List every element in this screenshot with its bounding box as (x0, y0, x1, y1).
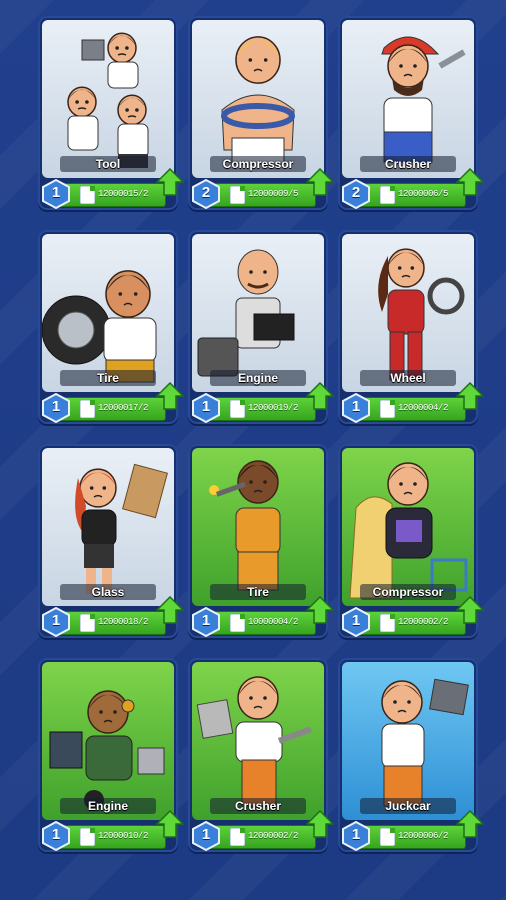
character-card[interactable]: Compressor 12000009/5 2 (188, 16, 334, 210)
level-badge: 1 (192, 392, 220, 424)
character-portrait: Tire (192, 448, 324, 606)
level-badge: 1 (42, 392, 70, 424)
card-count: 12000004/2 (398, 403, 449, 413)
level-badge: 1 (192, 820, 220, 852)
level-badge: 2 (192, 178, 220, 210)
level-number: 1 (201, 826, 211, 843)
level-badge: 2 (342, 178, 370, 210)
upgrade-arrow-icon[interactable] (156, 382, 184, 410)
level-badge: 1 (192, 606, 220, 638)
upgrade-arrow-icon[interactable] (156, 596, 184, 624)
card-stack-icon (230, 400, 245, 418)
card-name: Crusher (210, 798, 306, 814)
character-card[interactable]: Compressor 12000002/2 1 (338, 444, 484, 638)
level-badge: 1 (342, 820, 370, 852)
character-card[interactable]: Crusher 12000006/5 2 (338, 16, 484, 210)
character-portrait: Compressor (342, 448, 474, 606)
level-number: 1 (51, 612, 61, 629)
character-card[interactable]: Juckcar 12000006/2 1 (338, 658, 484, 852)
character-portrait: Wheel (342, 234, 474, 392)
level-number: 1 (351, 826, 361, 843)
level-number: 2 (351, 184, 361, 201)
level-badge: 1 (42, 606, 70, 638)
character-card[interactable]: Tire 10000004/2 1 (188, 444, 334, 638)
level-number: 1 (51, 398, 61, 415)
character-card[interactable]: Crusher 12000002/2 1 (188, 658, 334, 852)
card-name: Crusher (360, 156, 456, 172)
card-name: Juckcar (360, 798, 456, 814)
character-portrait: Glass (42, 448, 174, 606)
level-number: 1 (351, 398, 361, 415)
card-name: Tire (210, 584, 306, 600)
card-name: Tire (60, 370, 156, 386)
card-count: 12000019/2 (248, 403, 299, 413)
level-number: 1 (51, 184, 61, 201)
card-count: 12000006/5 (398, 189, 449, 199)
upgrade-arrow-icon[interactable] (456, 168, 484, 196)
character-card[interactable]: Tool 12000015/2 1 (38, 16, 184, 210)
character-portrait: Crusher (192, 662, 324, 820)
character-portrait: Crusher (342, 20, 474, 178)
card-count: 12000002/2 (248, 831, 299, 841)
card-stack-icon (380, 400, 395, 418)
upgrade-arrow-icon[interactable] (306, 168, 334, 196)
level-badge: 1 (42, 178, 70, 210)
level-number: 1 (201, 398, 211, 415)
card-stack-icon (80, 186, 95, 204)
card-stack-icon (380, 186, 395, 204)
card-name: Engine (60, 798, 156, 814)
character-card[interactable]: Glass 12000018/2 1 (38, 444, 184, 638)
card-stack-icon (230, 828, 245, 846)
card-stack-icon (380, 828, 395, 846)
level-number: 1 (351, 612, 361, 629)
character-portrait: Engine (42, 662, 174, 820)
upgrade-arrow-icon[interactable] (306, 810, 334, 838)
character-portrait: Tool (42, 20, 174, 178)
upgrade-arrow-icon[interactable] (306, 382, 334, 410)
card-name: Wheel (360, 370, 456, 386)
level-number: 1 (51, 826, 61, 843)
card-stack-icon (80, 614, 95, 632)
card-stack-icon (380, 614, 395, 632)
upgrade-arrow-icon[interactable] (456, 810, 484, 838)
card-name: Compressor (210, 156, 306, 172)
card-stack-icon (80, 828, 95, 846)
card-name: Compressor (360, 584, 456, 600)
upgrade-arrow-icon[interactable] (306, 596, 334, 624)
upgrade-arrow-icon[interactable] (156, 168, 184, 196)
character-card[interactable]: Wheel 12000004/2 1 (338, 230, 484, 424)
level-badge: 1 (342, 606, 370, 638)
character-card[interactable]: Engine 12000010/2 1 (38, 658, 184, 852)
card-count: 12000015/2 (98, 189, 149, 199)
level-badge: 1 (42, 820, 70, 852)
card-count: 12000018/2 (98, 617, 149, 627)
card-count: 12000017/2 (98, 403, 149, 413)
card-count: 12000002/2 (398, 617, 449, 627)
card-stack-icon (80, 400, 95, 418)
card-count: 12000009/5 (248, 189, 299, 199)
card-count: 10000004/2 (248, 617, 299, 627)
character-card[interactable]: Tire 12000017/2 1 (38, 230, 184, 424)
level-number: 1 (201, 612, 211, 629)
upgrade-arrow-icon[interactable] (456, 382, 484, 410)
upgrade-arrow-icon[interactable] (156, 810, 184, 838)
card-count: 12000010/2 (98, 831, 149, 841)
character-portrait: Juckcar (342, 662, 474, 820)
character-portrait: Engine (192, 234, 324, 392)
card-stack-icon (230, 614, 245, 632)
upgrade-arrow-icon[interactable] (456, 596, 484, 624)
card-name: Glass (60, 584, 156, 600)
character-card[interactable]: Engine 12000019/2 1 (188, 230, 334, 424)
level-badge: 1 (342, 392, 370, 424)
card-stack-icon (230, 186, 245, 204)
level-number: 2 (201, 184, 211, 201)
card-name: Engine (210, 370, 306, 386)
card-count: 12000006/2 (398, 831, 449, 841)
character-portrait: Compressor (192, 20, 324, 178)
card-name: Tool (60, 156, 156, 172)
character-portrait: Tire (42, 234, 174, 392)
